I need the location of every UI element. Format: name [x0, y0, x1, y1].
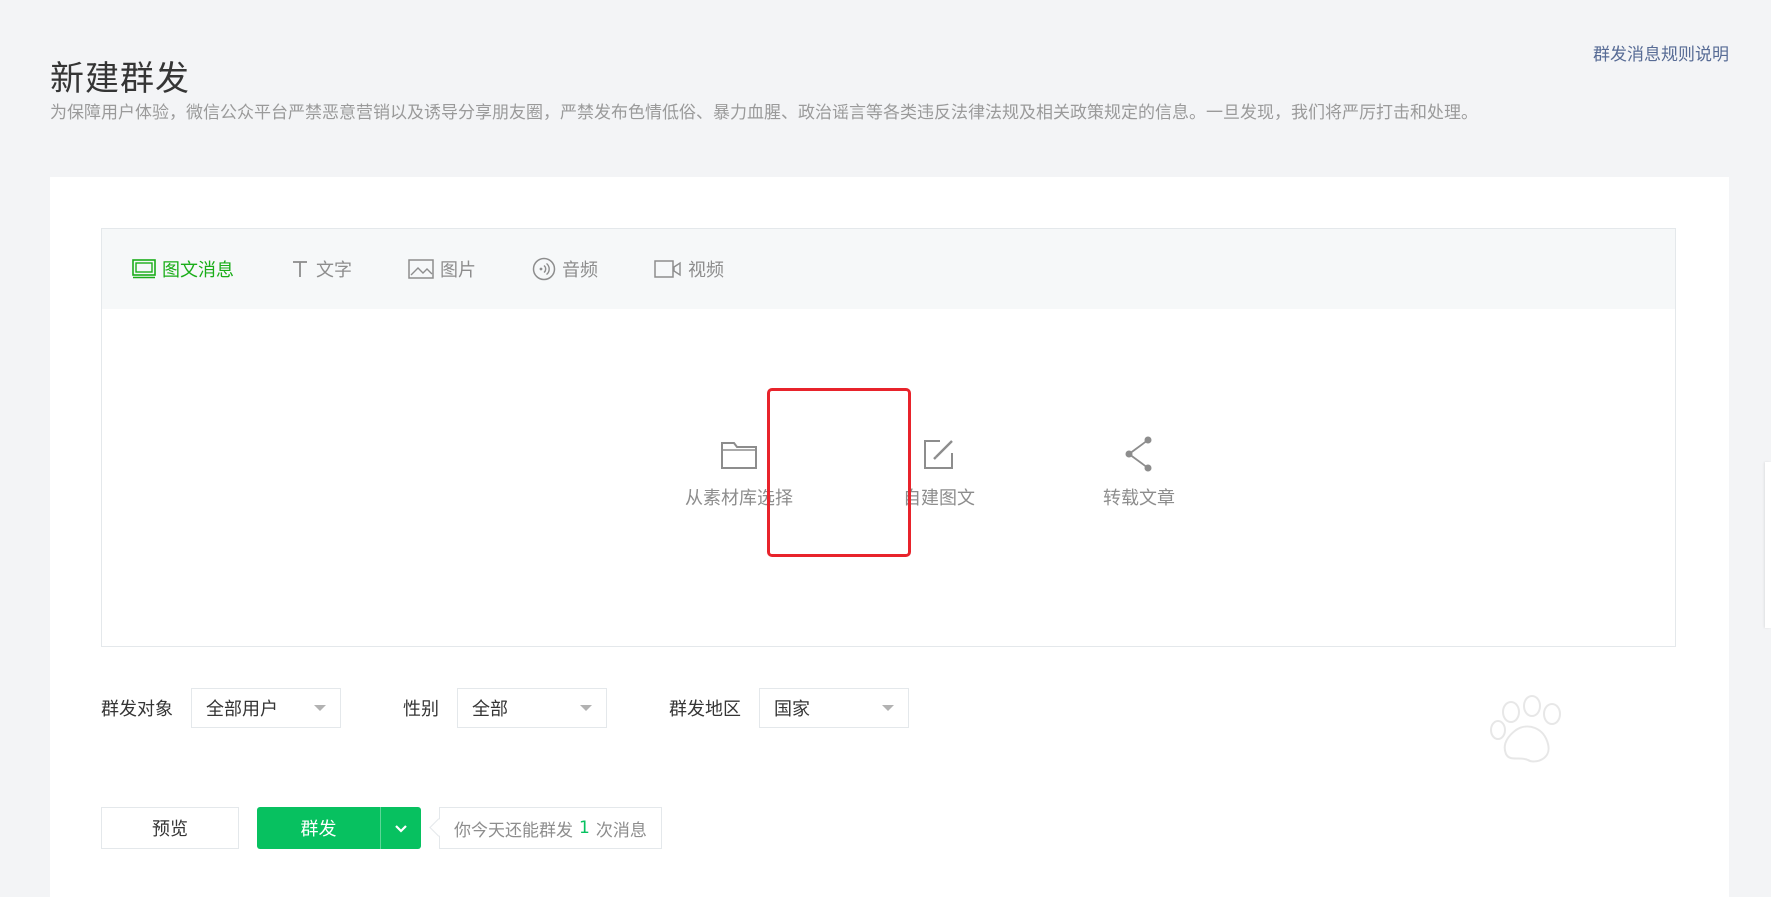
- target-select[interactable]: 全部用户: [191, 688, 341, 728]
- quota-count: 1: [579, 818, 590, 838]
- caret-down-icon: [314, 705, 326, 711]
- gender-label: 性别: [403, 699, 439, 720]
- tab-audio[interactable]: 音频: [532, 256, 598, 282]
- tab-label: 图片: [440, 260, 476, 281]
- tab-label: 音频: [562, 260, 598, 281]
- message-type-tabs: 图文消息 文字 图片 音频 视频: [102, 229, 1675, 309]
- side-panel-edge: [1765, 462, 1771, 628]
- article-icon: [132, 259, 156, 279]
- image-icon: [408, 259, 434, 279]
- video-icon: [654, 259, 682, 279]
- send-dropdown-button[interactable]: [380, 807, 421, 849]
- audience-filters: 群发对象 全部用户 性别 全部 群发地区 国家: [101, 686, 971, 730]
- quota-suffix: 次消息: [595, 820, 647, 841]
- caret-down-icon: [580, 705, 592, 711]
- tab-video[interactable]: 视频: [654, 256, 724, 282]
- page-title: 新建群发: [50, 58, 190, 99]
- gender-select[interactable]: 全部: [457, 688, 607, 728]
- chevron-down-icon: [394, 818, 408, 839]
- target-value: 全部用户: [206, 699, 278, 720]
- region-label: 群发地区: [669, 699, 741, 720]
- tab-article[interactable]: 图文消息: [132, 256, 234, 282]
- share-icon: [1039, 434, 1239, 474]
- option-label: 转载文章: [1103, 488, 1175, 509]
- action-bar: 预览 群发 你今天还能群发 1 次消息: [101, 807, 662, 849]
- audio-icon: [532, 257, 556, 281]
- tab-label: 视频: [688, 260, 724, 281]
- preview-button[interactable]: 预览: [101, 807, 239, 849]
- tab-label: 文字: [316, 260, 352, 281]
- region-select[interactable]: 国家: [759, 688, 909, 728]
- policy-notice: 为保障用户体验，微信公众平台严禁恶意营销以及诱导分享朋友圈，严禁发布色情低俗、暴…: [50, 103, 1478, 123]
- caret-down-icon: [882, 705, 894, 711]
- text-icon: [290, 259, 310, 279]
- region-value: 国家: [774, 699, 810, 720]
- baidu-watermark: [1356, 690, 1686, 850]
- tab-image[interactable]: 图片: [408, 256, 476, 282]
- tab-text[interactable]: 文字: [290, 256, 352, 282]
- option-repost-article[interactable]: 转载文章: [1039, 434, 1239, 510]
- gender-value: 全部: [472, 699, 508, 720]
- highlight-annotation: [767, 388, 911, 557]
- target-label: 群发对象: [101, 699, 173, 720]
- rules-link[interactable]: 群发消息规则说明: [1593, 40, 1729, 65]
- tab-label: 图文消息: [162, 260, 234, 281]
- send-button[interactable]: 群发: [257, 807, 380, 849]
- send-button-group: 群发: [257, 807, 421, 849]
- quota-prefix: 你今天还能群发: [454, 820, 573, 841]
- send-quota-tip: 你今天还能群发 1 次消息: [439, 807, 662, 849]
